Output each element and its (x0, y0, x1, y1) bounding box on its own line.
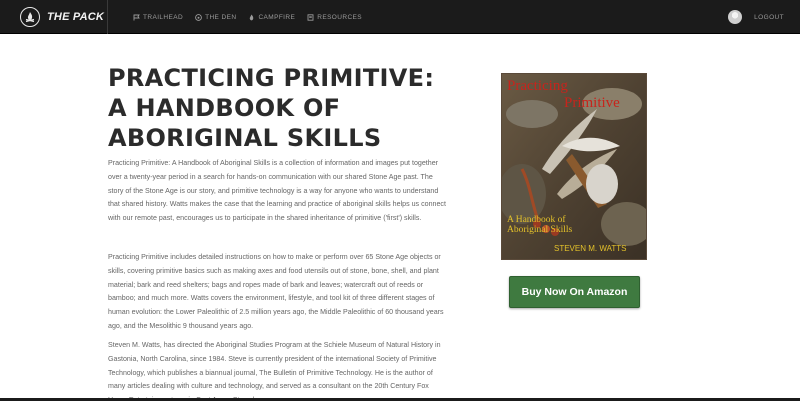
nav-item-trailhead[interactable]: TRAILHEAD (133, 14, 183, 21)
cover-subtitle-line2: Aboriginal Skills (507, 225, 572, 235)
page-title: PRACTICING PRIMITIVE: A HANDBOOK OF ABOR… (108, 64, 435, 152)
cover-author: STEVEN M. WATTS (554, 244, 626, 253)
nav-label: THE DEN (205, 13, 237, 21)
main-nav: TRAILHEAD THE DEN CAMPFIRE RESOURCES (133, 0, 374, 34)
top-navigation-bar: THE PACK TRAILHEAD THE DEN CAMPFIRE RESO… (0, 0, 800, 34)
cover-title-line2: Primitive (564, 95, 620, 111)
paw-icon (195, 13, 202, 21)
cover-title-line1: Practicing (507, 78, 568, 94)
book-cover-image: Practicing Primitive A Handbook of Abori… (501, 73, 647, 260)
nav-item-campfire[interactable]: CAMPFIRE (248, 14, 295, 21)
flag-icon (133, 14, 140, 21)
nav-label: TRAILHEAD (143, 13, 184, 21)
nav-item-resources[interactable]: RESOURCES (307, 14, 362, 21)
cover-subtitle-line1: A Handbook of (507, 214, 566, 225)
user-menu: LOGOUT (728, 0, 784, 34)
description-paragraph: Practicing Primitive includes detailed i… (108, 253, 444, 330)
brand-link[interactable]: THE PACK (0, 0, 108, 34)
avatar[interactable] (728, 10, 743, 24)
fire-icon (248, 14, 255, 21)
nav-label: CAMPFIRE (258, 13, 296, 21)
brand-name: THE PACK (47, 11, 105, 23)
logout-link[interactable]: LOGOUT (754, 14, 784, 21)
description-paragraph: Steven M. Watts, has directed the Aborig… (108, 341, 441, 401)
buy-now-amazon-button[interactable]: Buy Now On Amazon (509, 276, 640, 308)
book-icon (307, 13, 314, 21)
description-paragraph: Practicing Primitive: A Handbook of Abor… (108, 159, 446, 223)
nav-item-the-den[interactable]: THE DEN (195, 14, 236, 21)
campfire-logo-icon (20, 7, 40, 27)
nav-label: RESOURCES (317, 13, 363, 21)
